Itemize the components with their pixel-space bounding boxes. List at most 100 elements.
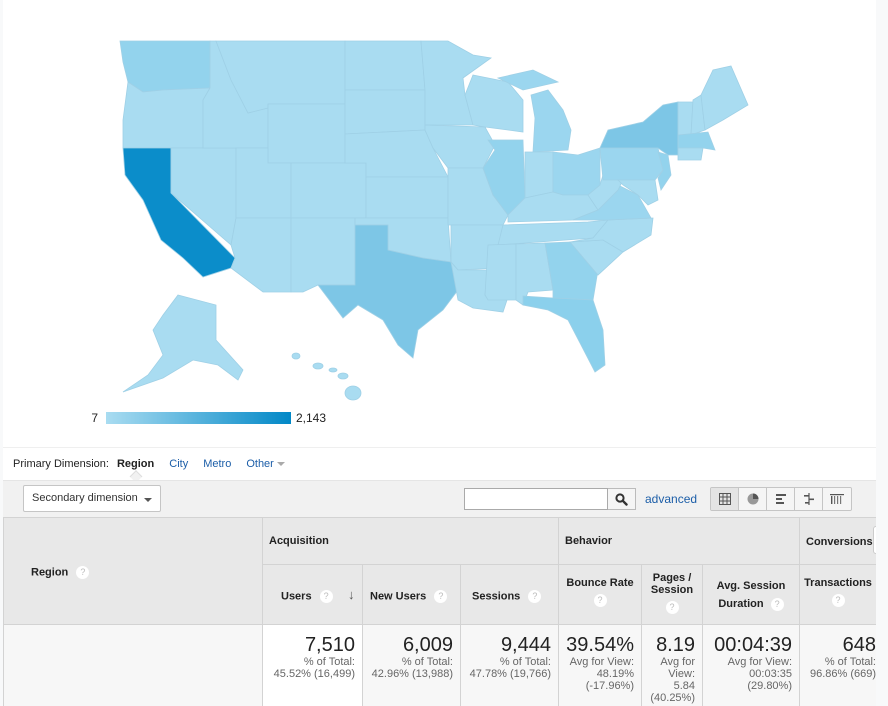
dimension-other-label: Other	[246, 458, 274, 470]
help-icon[interactable]: ?	[76, 566, 90, 579]
table-toolbar: Secondary dimension advanced	[3, 480, 876, 517]
map-legend: 7 2,143	[88, 410, 326, 426]
search-button[interactable]	[608, 488, 636, 510]
state-hawaii[interactable]	[291, 352, 362, 401]
totals-sessions-cell: 9,444 % of Total: 47.78% (19,766)	[461, 625, 559, 706]
state-indiana[interactable]	[524, 151, 554, 199]
pages-session-column-header[interactable]: Pages / Session ?	[642, 565, 703, 625]
transactions-column-header[interactable]: Transactions ?	[800, 565, 876, 625]
page-gutter	[876, 0, 888, 706]
total-avg-session-value: 00:04:39	[714, 634, 792, 656]
pivot-view-button[interactable]	[823, 488, 851, 510]
performance-view-icon	[775, 494, 786, 504]
total-transactions-value: 648	[842, 634, 876, 656]
total-pages-session-value: 8.19	[656, 634, 695, 656]
dimension-metro[interactable]: Metro	[203, 458, 231, 470]
state-arizona[interactable]	[230, 217, 292, 293]
us-choropleth-map	[119, 40, 749, 401]
total-users-value: 7,510	[304, 634, 355, 656]
pie-view-icon	[747, 493, 758, 505]
new-users-column-header[interactable]: New Users ?	[363, 565, 461, 625]
dimension-city[interactable]: City	[169, 458, 188, 470]
help-icon[interactable]: ?	[770, 597, 784, 611]
total-sessions-percent: 47.78% (19,766)	[469, 668, 551, 680]
state-massachusetts[interactable]	[677, 131, 716, 151]
help-icon[interactable]: ?	[319, 590, 333, 603]
help-icon[interactable]: ?	[593, 594, 607, 607]
state-alaska[interactable]	[122, 294, 244, 393]
table-search-input[interactable]	[464, 488, 608, 510]
totals-users-cell: 7,510 % of Total: 45.52% (16,499)	[263, 625, 363, 706]
pages-session-header-label: Pages / Session	[650, 572, 694, 596]
state-mississippi[interactable]	[484, 243, 517, 301]
state-colorado[interactable]	[290, 162, 367, 219]
sessions-header-label: Sessions	[472, 590, 521, 603]
totals-region-cell	[3, 625, 263, 706]
dimension-other[interactable]: Other	[246, 458, 285, 470]
bounce-rate-delta: (-17.96%)	[585, 680, 634, 692]
table-view-icon	[718, 493, 731, 505]
total-sessions-value: 9,444	[500, 634, 551, 656]
transactions-percent: 96.86% (669)	[809, 668, 876, 680]
bounce-rate-column-header[interactable]: Bounce Rate ?	[559, 565, 642, 625]
avg-session-duration-column-header[interactable]: Avg. Session Duration ?	[703, 565, 800, 625]
state-south-dakota[interactable]	[344, 89, 426, 135]
state-ohio[interactable]	[552, 147, 601, 196]
state-new-mexico[interactable]	[290, 217, 356, 293]
sessions-column-header[interactable]: Sessions ?	[461, 565, 559, 625]
totals-avg-session-cell: 00:04:39 Avg for View: 00:03:35 (29.80%)	[703, 625, 800, 706]
dimension-region[interactable]: Region	[117, 458, 154, 470]
state-wyoming[interactable]	[267, 103, 346, 164]
advanced-filter-link[interactable]: advanced	[645, 492, 697, 506]
total-new-users-caption: % of Total:	[401, 656, 453, 668]
state-florida[interactable]	[522, 295, 606, 373]
state-oregon[interactable]	[122, 81, 211, 149]
users-column-header[interactable]: Users ? ↓	[263, 565, 363, 625]
help-icon[interactable]: ?	[831, 594, 845, 607]
chevron-down-icon	[144, 498, 152, 502]
bounce-rate-caption: Avg for View:	[569, 656, 634, 668]
sort-descending-icon[interactable]: ↓	[348, 587, 355, 602]
state-vermont[interactable]	[677, 101, 694, 136]
page: 7 2,143 Primary Dimension: Region City M…	[3, 0, 876, 706]
state-pennsylvania[interactable]	[599, 147, 664, 181]
state-connecticut[interactable]	[677, 147, 704, 161]
totals-bounce-rate-cell: 39.54% Avg for View: 48.19% (-17.96%)	[559, 625, 642, 706]
view-switcher	[710, 487, 852, 511]
pie-view-button[interactable]	[739, 488, 767, 510]
pages-session-avg: 5.84	[673, 680, 695, 692]
help-icon[interactable]: ?	[528, 590, 542, 603]
comparison-view-button[interactable]	[795, 488, 823, 510]
transactions-caption: % of Total:	[824, 656, 876, 668]
pages-session-caption-2: View:	[668, 668, 695, 680]
data-table: Region ? Acquisition Behavior Conversion…	[3, 517, 876, 706]
legend-min: 7	[91, 411, 98, 425]
acquisition-label: Acquisition	[269, 535, 329, 547]
users-header-label: Users	[281, 590, 312, 603]
search-icon	[615, 492, 628, 506]
table-view-button[interactable]	[711, 488, 739, 510]
help-icon[interactable]: ?	[434, 590, 448, 603]
pages-session-delta: (40.25%)	[650, 692, 695, 704]
state-washington[interactable]	[119, 40, 211, 93]
avg-session-header-label-1: Avg. Session	[716, 580, 786, 592]
state-kansas[interactable]	[365, 176, 449, 219]
geo-map: 7 2,143	[3, 0, 876, 447]
avg-session-delta: (29.80%)	[747, 680, 792, 692]
performance-view-button[interactable]	[767, 488, 795, 510]
state-new-york[interactable]	[599, 101, 679, 156]
new-users-header-label: New Users	[370, 590, 427, 603]
totals-transactions-cell: 648 % of Total: 96.86% (669)	[800, 625, 876, 706]
behavior-group-header: Behavior	[559, 517, 800, 565]
state-north-dakota[interactable]	[344, 40, 426, 91]
acquisition-group-header: Acquisition	[263, 517, 559, 565]
region-column-header[interactable]: Region ?	[3, 517, 263, 625]
secondary-dimension-label: Secondary dimension	[32, 492, 138, 504]
conversions-group-header[interactable]: Conversions	[800, 517, 876, 565]
primary-dimension-bar: Primary Dimension: Region City Metro Oth…	[3, 447, 876, 480]
help-icon[interactable]: ?	[665, 601, 679, 614]
total-users-caption: % of Total:	[303, 656, 355, 668]
state-maine[interactable]	[700, 65, 749, 131]
total-new-users-percent: 42.96% (13,988)	[371, 668, 453, 680]
secondary-dimension-dropdown[interactable]: Secondary dimension	[23, 485, 161, 512]
